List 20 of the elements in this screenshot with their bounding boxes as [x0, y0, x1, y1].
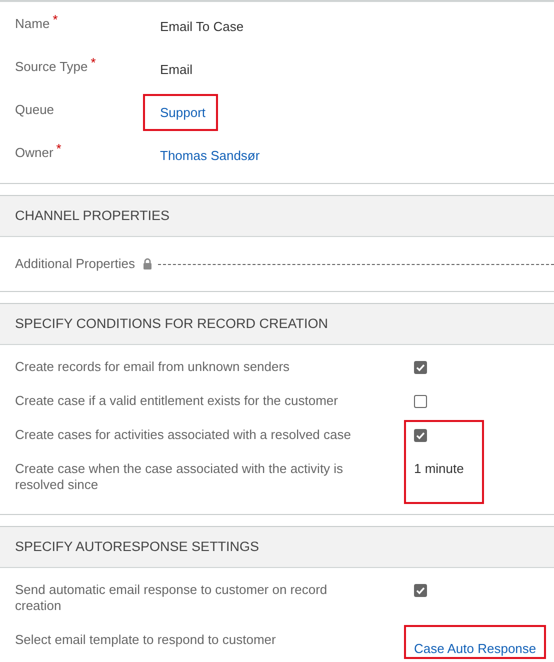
checkbox[interactable]	[414, 429, 427, 442]
field-label: Additional Properties	[14, 256, 136, 272]
field-label: Create case if a valid entitlement exists for the customer	[14, 392, 339, 410]
section-header: SPECIFY CONDITIONS FOR RECORD CREATION	[0, 304, 554, 345]
field-label: Create case when the case associated with the activity is resolved since	[14, 460, 344, 494]
field-value: 1 minute	[414, 461, 464, 476]
section-header: CHANNEL PROPERTIES	[0, 196, 554, 237]
field-value: Email	[160, 62, 193, 77]
field-label: Create records for email from unknown senders	[14, 358, 291, 376]
field-label: Select email template to respond to customer	[14, 631, 277, 649]
checkbox[interactable]	[414, 361, 427, 374]
checkbox[interactable]	[414, 395, 427, 408]
field-label: Send automatic email response to customer on record creation	[14, 581, 328, 615]
field-value: Email To Case	[160, 19, 244, 34]
checkbox[interactable]	[414, 584, 427, 598]
field-label: Create cases for activities associated with a resolved case	[14, 426, 352, 444]
section-header: SPECIFY AUTORESPONSE SETTINGS	[0, 527, 554, 568]
lock-icon	[142, 258, 152, 270]
lookup-link[interactable]: Thomas Sandsør	[160, 148, 260, 163]
field-label: Queue	[14, 102, 56, 117]
